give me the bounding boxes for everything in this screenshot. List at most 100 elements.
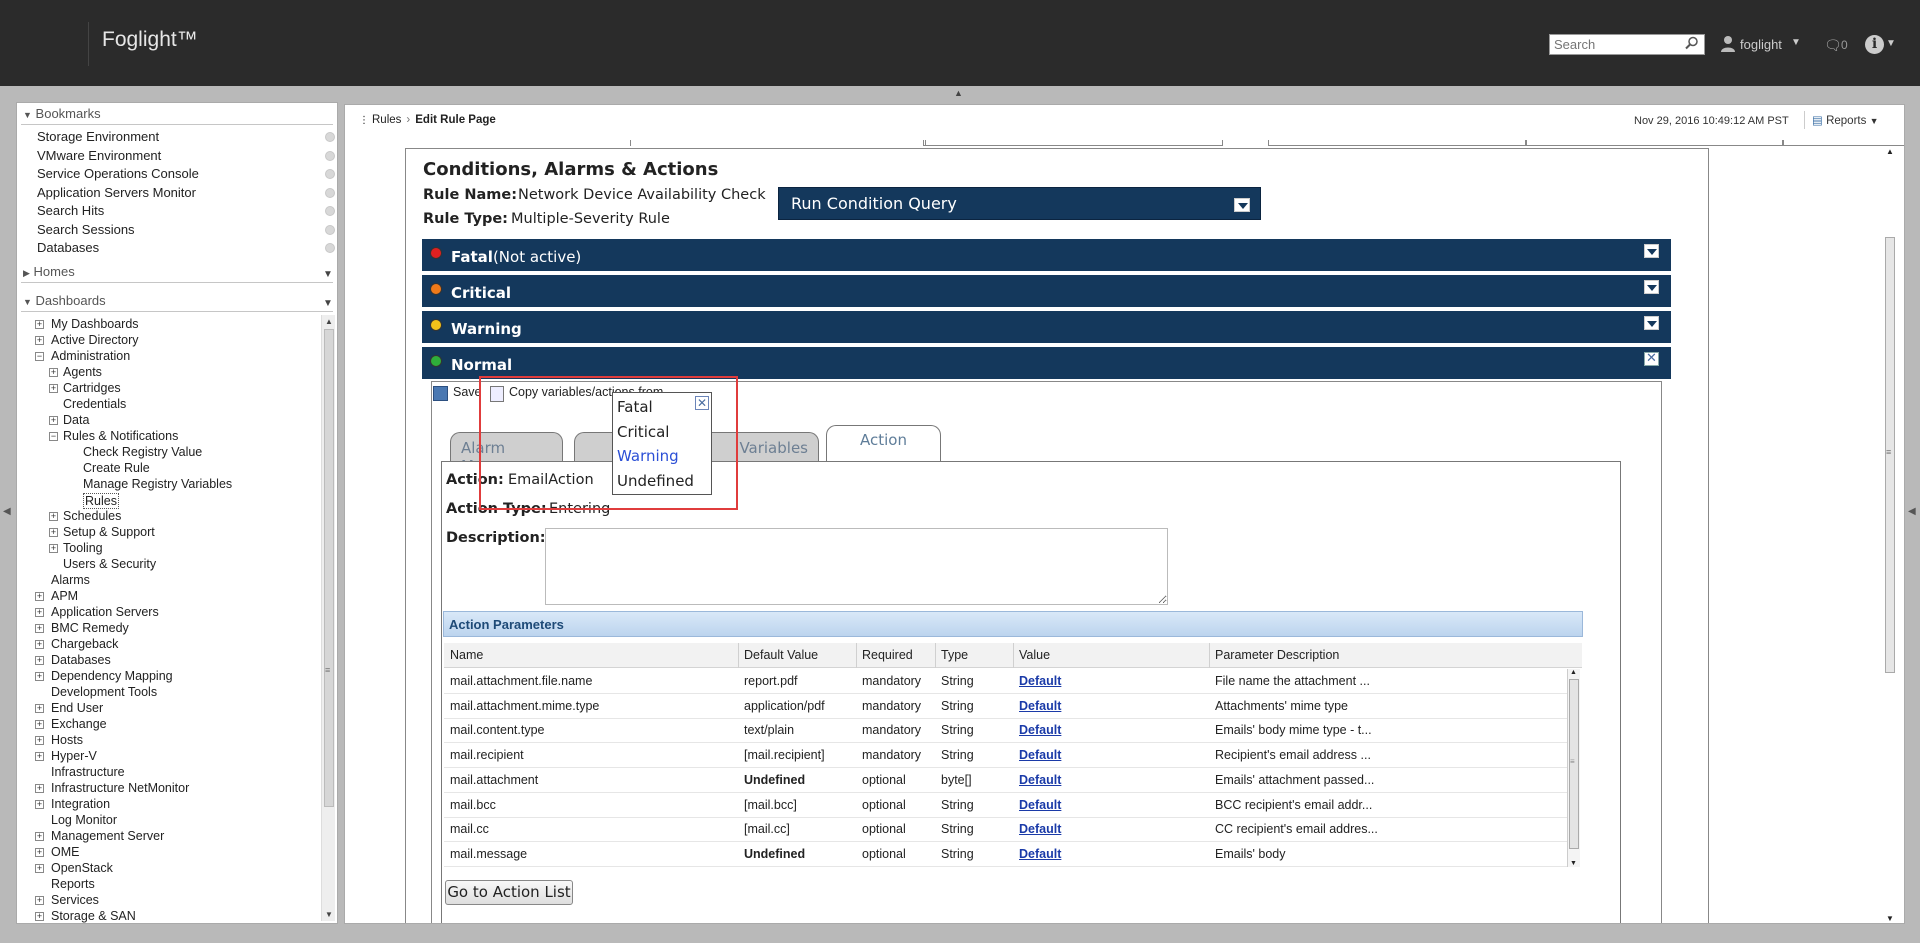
remove-bookmark-icon[interactable] [325,132,335,142]
expand-icon[interactable]: + [35,656,44,665]
expand-icon[interactable]: + [35,336,44,345]
value-default-link[interactable]: Default [1019,798,1209,812]
message-icon[interactable]: 🗨 [1824,37,1842,54]
dropdown-arrow-icon[interactable] [1644,280,1659,294]
tree-item[interactable]: BMC Remedy [51,621,129,635]
expand-icon[interactable]: + [35,672,44,681]
column-header[interactable]: Default Value [744,648,818,662]
expand-icon[interactable]: + [35,800,44,809]
tree-item[interactable]: Dependency Mapping [51,669,173,683]
tree-item[interactable]: Services [51,893,99,907]
column-header[interactable]: Name [450,648,483,662]
severity-bar-fatal[interactable]: Fatal(Not active) [422,239,1671,273]
run-condition-query-dropdown[interactable]: Run Condition Query [778,187,1261,220]
tree-item[interactable]: OpenStack [51,861,113,875]
value-default-link[interactable]: Default [1019,847,1209,861]
scroll-thumb[interactable] [324,329,334,807]
homes-header[interactable]: ▶ Homes [23,264,75,279]
remove-bookmark-icon[interactable] [325,150,335,161]
expand-icon[interactable]: + [35,640,44,649]
column-header[interactable]: Value [1019,648,1050,662]
bookmark-item[interactable]: Search Hits [37,203,104,218]
main-scrollbar[interactable]: ▲ ≡ ▼ [1883,147,1897,923]
tree-item[interactable]: Log Monitor [51,813,117,827]
description-field[interactable] [545,528,1168,605]
expand-icon[interactable]: + [35,704,44,713]
expand-icon[interactable]: + [49,512,58,521]
scroll-up-icon[interactable]: ▲ [1886,147,1894,156]
collapse-right-icon[interactable]: ◀ [1908,506,1916,517]
chevron-down-icon[interactable]: ▼ [1886,38,1896,49]
tree-item[interactable]: Cartridges [63,381,121,395]
bookmark-item[interactable]: Databases [37,240,99,255]
expand-icon[interactable]: + [35,624,44,633]
remove-bookmark-icon[interactable] [325,169,335,179]
column-header[interactable]: Parameter Description [1215,648,1339,662]
tree-item[interactable]: Administration [51,349,130,363]
search-input[interactable] [1549,34,1705,55]
collapse-icon[interactable]: − [49,432,58,441]
expand-icon[interactable]: + [49,384,58,393]
scroll-down-icon[interactable]: ▼ [1886,914,1894,923]
expand-icon[interactable]: + [35,608,44,617]
user-icon[interactable] [1720,35,1736,53]
tree-item[interactable]: Active Directory [51,333,139,347]
expand-icon[interactable]: + [49,416,58,425]
tree-item[interactable]: Infrastructure [51,765,125,779]
tree-item[interactable]: Tooling [63,541,103,555]
reports-menu[interactable]: ▤ Reports ▼ [1812,113,1878,127]
expand-icon[interactable]: + [49,528,58,537]
collapsed-triangle-icon[interactable]: ▶ [23,268,30,278]
dropdown-arrow-icon[interactable] [1234,198,1250,212]
filter-icon[interactable]: ▼ [323,269,333,280]
table-row[interactable]: mail.content.type text/plain mandatory Stri… [444,718,1567,744]
scroll-down-icon[interactable]: ▼ [1570,860,1577,867]
save-button[interactable]: Save [453,385,482,399]
grid-scrollbar[interactable]: ▲ ≡ ▼ [1567,669,1580,867]
tree-item[interactable]: Management Server [51,829,164,843]
user-name[interactable]: foglight [1740,37,1782,52]
dashboards-header[interactable]: ▼ Dashboards [23,293,106,308]
search-icon[interactable] [1685,36,1703,53]
expand-triangle-icon[interactable]: ▼ [23,110,32,120]
collapse-header-icon[interactable]: ▲ [954,88,963,98]
tree-item[interactable]: Chargeback [51,637,118,651]
tree-item[interactable]: End User [51,701,103,715]
tree-item[interactable]: Databases [51,653,111,667]
value-default-link[interactable]: Default [1019,674,1209,688]
info-icon[interactable]: i [1865,35,1884,54]
tree-item[interactable]: OME [51,845,79,859]
tree-item[interactable]: Agents [63,365,102,379]
expand-icon[interactable]: + [35,752,44,761]
expand-icon[interactable]: + [35,912,44,921]
tab-action[interactable]: Action [826,425,941,462]
table-row[interactable]: mail.message Undefined optional String Defau… [444,842,1567,867]
remove-bookmark-icon[interactable] [325,224,335,235]
expand-icon[interactable]: + [35,848,44,857]
popup-item[interactable]: Critical [617,423,669,441]
expand-icon[interactable]: + [35,864,44,873]
scroll-up-icon[interactable]: ▲ [325,317,333,326]
tree-item[interactable]: Storage & SAN [51,909,136,923]
tree-item[interactable]: Credentials [63,397,126,411]
popup-item[interactable]: Fatal [617,398,653,416]
remove-bookmark-icon[interactable] [325,206,335,216]
table-row[interactable]: mail.cc [mail.cc] optional String Default CC … [444,817,1567,843]
tree-item[interactable]: Users & Security [63,557,156,571]
tree-item[interactable]: Schedules [63,509,121,523]
bookmark-item[interactable]: Search Sessions [37,222,135,237]
remove-bookmark-icon[interactable] [325,243,335,253]
expand-icon[interactable]: + [49,368,58,377]
tree-item[interactable]: Rules & Notifications [63,429,178,443]
popup-item[interactable]: Undefined [617,472,694,490]
breadcrumb-rules-link[interactable]: Rules [372,114,401,126]
bookmark-item[interactable]: Service Operations Console [37,166,199,181]
dropdown-arrow-icon[interactable] [1644,244,1659,258]
tree-item[interactable]: Setup & Support [63,525,155,539]
tree-item[interactable]: Integration [51,797,110,811]
table-row[interactable]: mail.attachment.file.name report.pdf manda… [444,669,1567,694]
severity-bar-warning[interactable]: Warning [422,311,1671,345]
tree-item[interactable]: Create Rule [83,461,150,475]
expand-icon[interactable]: + [35,784,44,793]
close-icon[interactable]: ✕ [695,396,709,410]
